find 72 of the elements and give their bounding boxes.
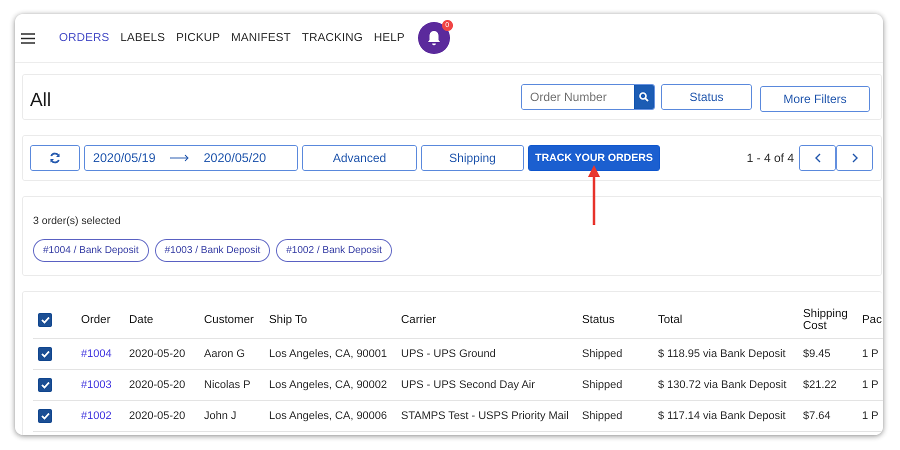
row-checkbox[interactable] — [38, 347, 52, 361]
row-checkbox[interactable] — [38, 409, 52, 423]
table-cell: 1 P — [862, 379, 879, 391]
pagination-text: 1 - 4 of 4 — [746, 151, 794, 165]
refresh-button[interactable] — [30, 145, 80, 171]
start-date: 2020/05/19 — [93, 151, 156, 165]
table-cell: 2020-05-20 — [129, 348, 186, 360]
nav-tab[interactable]: PICKUP — [176, 32, 220, 44]
order-search-field[interactable]: Order Number — [521, 84, 655, 110]
toolbar-button[interactable]: TRACK YOUR ORDERS — [528, 145, 660, 171]
table-cell: UPS - UPS Ground — [401, 348, 496, 360]
end-date: 2020/05/20 — [204, 151, 266, 165]
row-checkbox[interactable] — [38, 378, 52, 392]
date-range-field[interactable]: 2020/05/19 2020/05/20 — [84, 145, 298, 171]
filter-button[interactable]: More Filters — [760, 86, 870, 112]
column-header: Total — [658, 314, 682, 326]
table-cell: 2020-05-20 — [129, 410, 186, 422]
table-cell: UPS - UPS Second Day Air — [401, 379, 535, 391]
column-header: Pac — [862, 314, 882, 326]
chevron-right-icon — [852, 153, 858, 163]
nav-tab[interactable]: ORDERS — [59, 32, 110, 44]
table-cell: 1 P — [862, 410, 879, 422]
column-header: Customer — [204, 314, 254, 326]
table-cell: STAMPS Test - USPS Priority Mail — [401, 410, 569, 422]
table-cell: $9.45 — [803, 348, 831, 360]
column-header: Carrier — [401, 314, 436, 326]
table-cell: Shipped — [582, 348, 622, 360]
column-header: Shipping Cost — [803, 308, 848, 332]
table-cell: $ 130.72 via Bank Deposit — [658, 379, 786, 391]
order-link[interactable]: #1003 — [81, 379, 112, 391]
order-tag[interactable]: #1003 / Bank Deposit — [154, 239, 270, 262]
refresh-icon — [49, 152, 61, 164]
order-tag[interactable]: #1002 / Bank Deposit — [276, 239, 392, 262]
column-header: Ship To — [269, 314, 308, 326]
table-cell: $21.22 — [803, 379, 837, 391]
table-cell: Aaron G — [204, 348, 245, 360]
table-cell: $7.64 — [803, 410, 831, 422]
previous-page-button[interactable] — [799, 145, 836, 171]
table-cell: Shipped — [582, 410, 622, 422]
column-header: Status — [582, 314, 615, 326]
chevron-left-icon — [814, 153, 820, 163]
filter-button[interactable]: Status — [661, 84, 752, 110]
table-cell: Los Angeles, CA, 90006 — [269, 410, 388, 422]
table-cell: Los Angeles, CA, 90002 — [269, 379, 388, 391]
search-button[interactable] — [634, 85, 654, 109]
column-header: Order — [81, 314, 110, 326]
nav-tab[interactable]: TRACKING — [302, 32, 363, 44]
menu-icon[interactable] — [21, 32, 35, 44]
table-cell: $ 118.95 via Bank Deposit — [658, 348, 786, 360]
selection-summary: 3 order(s) selected — [33, 215, 122, 227]
table-cell: Nicolas P — [204, 379, 250, 391]
order-link[interactable]: #1002 — [81, 410, 112, 422]
table-cell: 1 P — [862, 348, 879, 360]
table-cell: Shipped — [582, 379, 622, 391]
annotation-arrow-icon — [587, 165, 601, 227]
table-cell: John J — [204, 410, 236, 422]
toolbar-button[interactable]: Shipping — [421, 145, 524, 171]
next-page-button[interactable] — [836, 145, 873, 171]
nav-tab[interactable]: LABELS — [120, 32, 166, 44]
search-icon — [639, 92, 649, 102]
order-link[interactable]: #1004 — [81, 348, 112, 360]
arrow-icon — [170, 154, 190, 162]
nav-tab[interactable]: HELP — [374, 32, 405, 44]
column-header: Date — [129, 314, 154, 326]
view-title: All — [30, 90, 52, 112]
toolbar-button[interactable]: Advanced — [302, 145, 417, 171]
nav-tab[interactable]: MANIFEST — [231, 32, 291, 44]
order-tag[interactable]: #1004 / Bank Deposit — [33, 239, 149, 262]
table-cell: $ 117.14 via Bank Deposit — [658, 410, 786, 422]
table-cell: 2020-05-20 — [129, 379, 186, 391]
table-cell: Los Angeles, CA, 90001 — [269, 348, 388, 360]
select-all-checkbox[interactable] — [38, 313, 52, 327]
